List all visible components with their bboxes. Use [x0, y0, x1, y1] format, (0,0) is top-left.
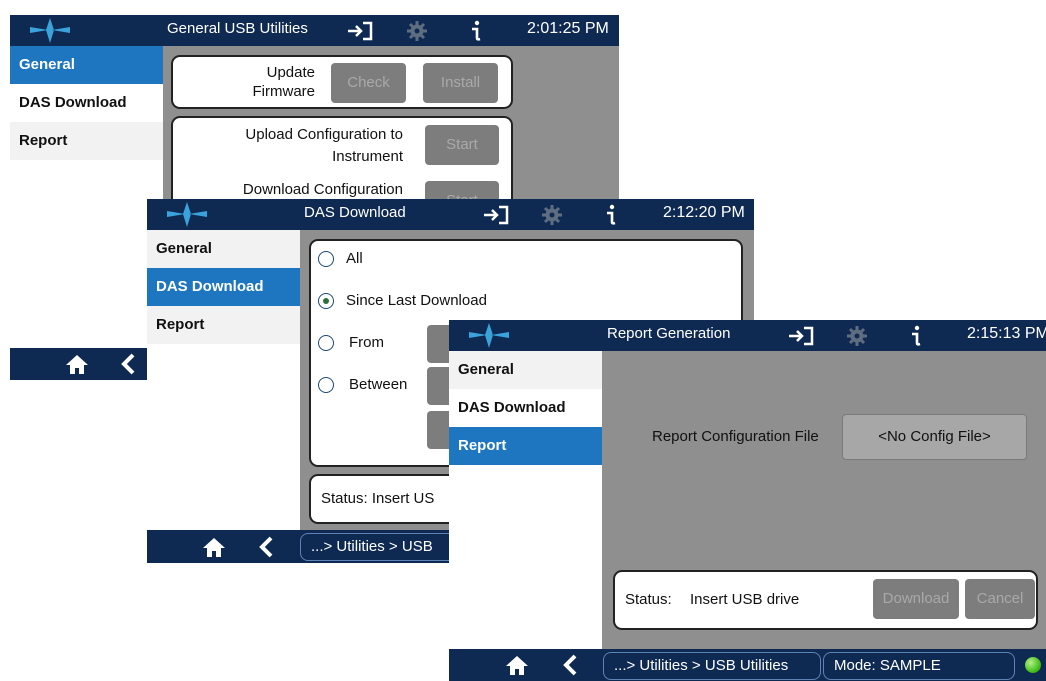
nav-item-report[interactable]: Report — [10, 122, 163, 160]
option-all-label: All — [346, 250, 363, 267]
title-bar: DAS Download 2:12:20 PM — [147, 199, 754, 230]
nav-item-das-download[interactable]: DAS Download — [147, 268, 300, 306]
exit-icon[interactable] — [483, 205, 509, 225]
home-icon[interactable] — [505, 654, 529, 676]
mode-indicator: Mode: SAMPLE — [823, 652, 1015, 680]
upload-start-button[interactable]: Start — [425, 125, 499, 165]
nav-item-das-download[interactable]: DAS Download — [449, 389, 602, 427]
back-icon[interactable] — [120, 353, 136, 375]
status-value: Insert USB drive — [690, 591, 800, 608]
footer-bar: ...> Utilities > USB Utilities Mode: SAM… — [449, 649, 1046, 681]
logo-icon — [469, 323, 509, 348]
clock: 2:15:13 PM — [967, 325, 1046, 342]
info-icon[interactable] — [468, 20, 484, 42]
logo-icon — [30, 18, 70, 43]
radio-all[interactable] — [318, 251, 334, 267]
gear-icon[interactable] — [406, 20, 428, 42]
logo-icon — [167, 202, 207, 227]
radio-since-last-download[interactable] — [318, 293, 334, 309]
option-from-label: From — [349, 334, 384, 351]
nav-sidebar: General DAS Download Report — [449, 351, 602, 649]
option-between-label: Between — [349, 376, 408, 393]
download-configuration-label: Download Configuration — [242, 181, 403, 198]
status-card: Status: Insert USB drive Download Cancel — [613, 570, 1038, 630]
option-since-last-download-label: Since Last Download — [346, 292, 487, 309]
home-icon[interactable] — [65, 353, 89, 375]
window-report-generation: Report Generation 2:15:13 PM General DAS… — [449, 320, 1046, 681]
window-title: Report Generation — [607, 325, 731, 342]
clock: 2:01:25 PM — [527, 20, 609, 37]
title-bar: General USB Utilities 2:01:25 PM — [10, 15, 619, 46]
download-button[interactable]: Download — [873, 579, 959, 619]
breadcrumb[interactable]: ...> Utilities > USB Utilities — [603, 652, 821, 680]
title-bar: Report Generation 2:15:13 PM — [449, 320, 1046, 351]
nav-item-general[interactable]: General — [147, 230, 300, 268]
nav-item-report[interactable]: Report — [147, 306, 300, 344]
upload-configuration-label: Upload Configuration to Instrument — [245, 126, 403, 165]
radio-from[interactable] — [318, 335, 334, 351]
window-title: General USB Utilities — [167, 20, 308, 37]
nav-sidebar: General DAS Download Report — [147, 230, 300, 530]
nav-item-das-download[interactable]: DAS Download — [10, 84, 163, 122]
radio-between[interactable] — [318, 377, 334, 393]
back-icon[interactable] — [258, 536, 274, 558]
back-icon[interactable] — [562, 654, 578, 676]
status-label: Status: — [625, 591, 672, 608]
exit-icon[interactable] — [347, 21, 373, 41]
status-led-icon — [1025, 657, 1041, 673]
nav-item-general[interactable]: General — [449, 351, 602, 389]
window-title: DAS Download — [304, 204, 406, 221]
nav-sidebar: General DAS Download Report — [10, 46, 163, 348]
config-file-button[interactable]: <No Config File> — [842, 414, 1027, 460]
report-config-label: Report Configuration File — [652, 428, 819, 445]
cancel-button[interactable]: Cancel — [965, 579, 1035, 619]
update-firmware-label: Update Firmware — [252, 64, 316, 100]
gear-icon[interactable] — [846, 325, 868, 347]
home-icon[interactable] — [202, 536, 226, 558]
nav-item-report[interactable]: Report — [449, 427, 602, 465]
update-firmware-card: Update Firmware Check Install — [171, 55, 513, 109]
status-text: Status: Insert US — [321, 490, 435, 507]
exit-icon[interactable] — [788, 326, 814, 346]
gear-icon[interactable] — [541, 204, 563, 226]
nav-item-general[interactable]: General — [10, 46, 163, 84]
info-icon[interactable] — [603, 204, 619, 226]
info-icon[interactable] — [908, 325, 924, 347]
clock: 2:12:20 PM — [663, 204, 745, 221]
install-button[interactable]: Install — [423, 63, 498, 103]
check-button[interactable]: Check — [331, 63, 406, 103]
